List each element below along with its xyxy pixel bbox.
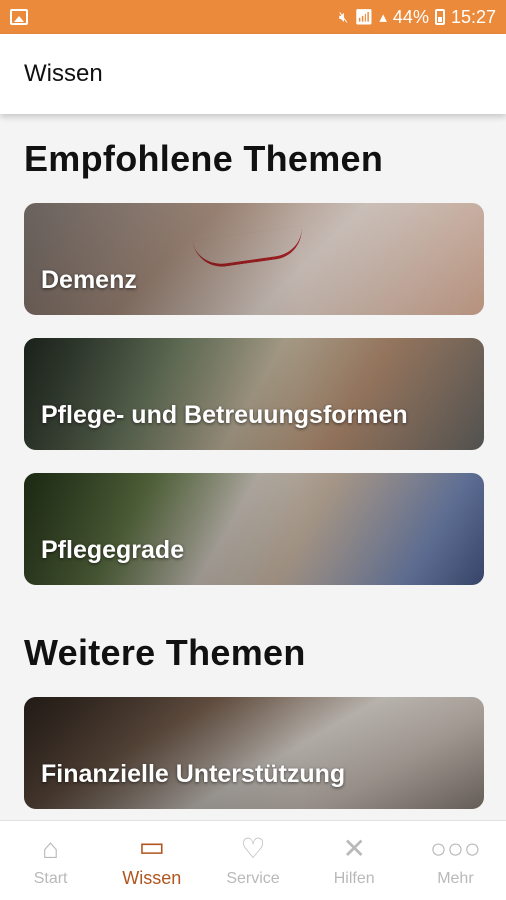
nav-label: Hilfen <box>333 869 375 887</box>
topic-card-pflegegrade[interactable]: Pflegegrade <box>24 473 484 585</box>
card-shade <box>24 338 484 450</box>
nav-item-start[interactable]: ⌂ Start <box>0 821 101 900</box>
more-dots-icon: ○○○ <box>430 832 481 864</box>
wifi-icon: 📶︎ <box>354 9 374 26</box>
handshake-heart-icon: ♡ <box>240 832 266 864</box>
battery-icon <box>434 9 445 25</box>
signal-icon: ▴ <box>379 9 387 26</box>
nav-label: Service <box>226 869 280 887</box>
card-shade <box>24 203 484 315</box>
book-icon: ▭ <box>138 831 166 862</box>
topic-card-label: Pflegegrade <box>41 536 185 564</box>
topic-card-demenz[interactable]: Demenz <box>24 203 484 315</box>
image-icon <box>10 9 28 25</box>
nav-item-mehr[interactable]: ○○○ Mehr <box>405 821 506 900</box>
tools-icon: ✕ <box>342 832 366 864</box>
topic-card-label: Finanzielle Unterstützung <box>41 760 346 788</box>
topic-card-pflegeformen[interactable]: Pflege- und Betreuungsformen <box>24 338 484 450</box>
nav-label: Start <box>33 869 68 887</box>
page-title: Wissen <box>24 60 103 87</box>
card-shade <box>24 697 484 809</box>
app-bar: Wissen <box>0 34 506 114</box>
nav-item-wissen[interactable]: ▭ Wissen <box>101 821 202 900</box>
status-right: 🔇︎ 📶︎ ▴ 44% 15:27 <box>339 7 496 28</box>
topic-card-finanzen[interactable]: Finanzielle Unterstützung <box>24 697 484 809</box>
section-title-recommended: Empfohlene Themen <box>24 138 384 179</box>
home-icon: ⌂ <box>42 832 60 864</box>
clock: 15:27 <box>450 6 496 27</box>
bottom-navigation: ⌂ Start ▭ Wissen ♡ Service ✕ Hilfen ○○○ … <box>0 820 506 900</box>
status-bar: 🔇︎ 📶︎ ▴ 44% 15:27 <box>0 0 506 34</box>
nav-label: Wissen <box>122 868 182 888</box>
nav-item-hilfen[interactable]: ✕ Hilfen <box>304 821 405 900</box>
mute-icon: 🔇︎ <box>338 8 349 26</box>
content-scroll[interactable]: Empfohlene Themen Demenz Pflege- und Bet… <box>0 114 506 820</box>
nav-item-service[interactable]: ♡ Service <box>202 821 303 900</box>
topic-card-label: Demenz <box>41 266 137 294</box>
section-title-more: Weitere Themen <box>24 632 306 673</box>
nav-label: Mehr <box>437 869 474 887</box>
card-shade <box>24 473 484 585</box>
topic-card-label: Pflege- und Betreuungsformen <box>41 401 408 429</box>
battery-percent: 44% <box>392 6 429 27</box>
